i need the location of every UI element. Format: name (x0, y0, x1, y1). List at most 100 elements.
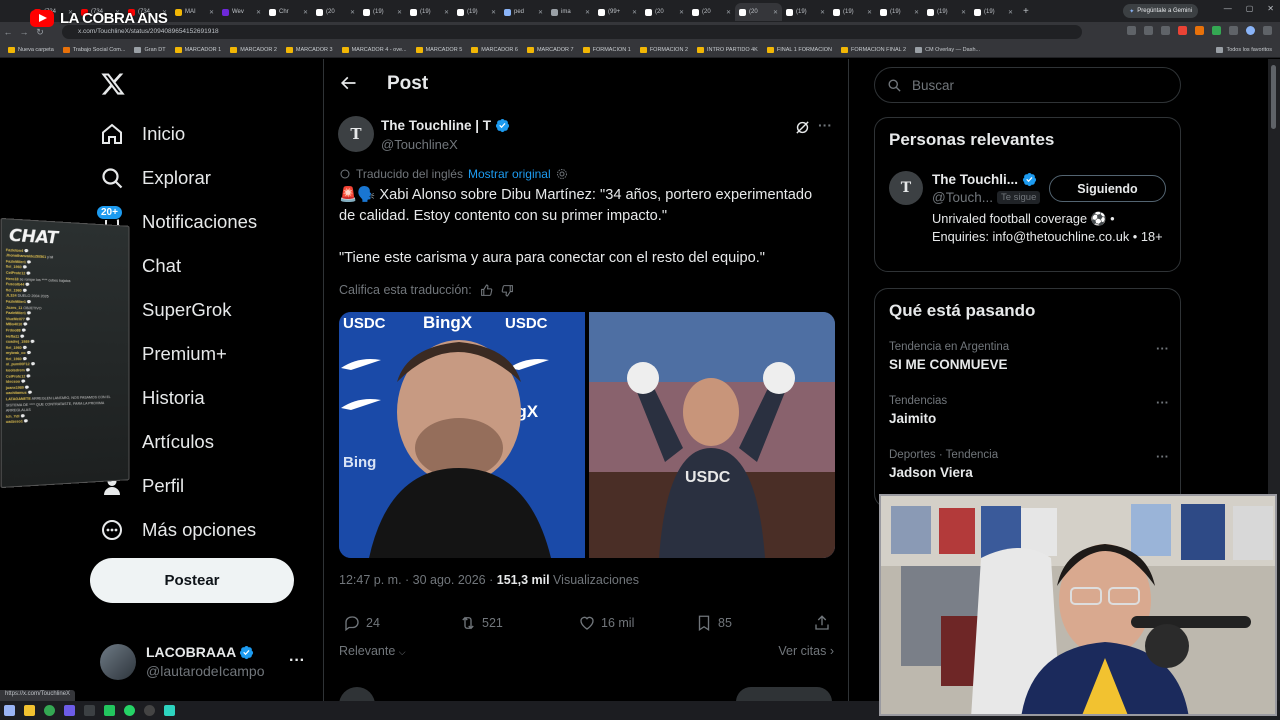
bookmark-item[interactable]: FORMACION 2 (639, 46, 688, 53)
bookmark-item[interactable]: FINAL 1 FORMACION (766, 46, 832, 53)
bookmark-item[interactable]: CM Overlay — Dash... (915, 46, 980, 53)
author-name-row[interactable]: The Touchline | T (381, 118, 510, 133)
bookmark-item[interactable]: MARCADOR 6 (471, 46, 518, 53)
bookmark-button[interactable]: 85 (695, 614, 732, 632)
extension-red-icon[interactable] (1178, 26, 1187, 35)
share-button[interactable] (813, 614, 831, 632)
browser-tab[interactable]: ima ✕ (547, 3, 594, 21)
trend-item[interactable]: Deportes · Tendencia Jadson Viera ··· (889, 449, 1169, 480)
browser-tab[interactable]: (19) ✕ (453, 3, 500, 21)
tab-close-icon[interactable]: ✕ (726, 9, 731, 16)
tab-close-icon[interactable]: ✕ (350, 9, 355, 16)
menu-icon[interactable] (1263, 26, 1272, 35)
tab-close-icon[interactable]: ✕ (491, 9, 496, 16)
forward-nav-icon[interactable]: → (16, 27, 32, 37)
puzzle-icon[interactable] (1229, 26, 1238, 35)
grok-icon[interactable] (794, 119, 811, 136)
app-icon-purple[interactable] (64, 705, 75, 716)
browser-tab[interactable]: (19) ✕ (782, 3, 829, 21)
tab-close-icon[interactable]: ✕ (820, 9, 825, 16)
more-dots-icon[interactable]: ··· (1156, 395, 1169, 410)
whatsapp-icon[interactable] (124, 705, 135, 716)
tab-close-icon[interactable]: ✕ (538, 9, 543, 16)
author-handle[interactable]: @TouchlineX (381, 137, 458, 152)
bookmark-item[interactable]: FORMACION 1 (582, 46, 631, 53)
maximize-icon[interactable]: ▢ (1246, 4, 1254, 13)
bookmark-item[interactable]: MARCADOR 1 (174, 46, 221, 53)
more-dots-icon[interactable]: ··· (289, 652, 305, 670)
like-button[interactable]: 16 mil (578, 614, 634, 632)
sort-relevant-dropdown[interactable]: Relevante ⌵ (339, 644, 406, 658)
browser-tab[interactable]: (20 ✕ (312, 3, 359, 21)
tab-close-icon[interactable]: ✕ (256, 9, 261, 16)
search-box[interactable]: Buscar (874, 67, 1181, 103)
app-icon-teal[interactable] (164, 705, 175, 716)
all-bookmarks[interactable]: Todos los favoritos (1216, 46, 1272, 53)
app-icon-dark[interactable] (84, 705, 95, 716)
browser-tab[interactable]: MAI ✕ (171, 3, 218, 21)
more-dots-icon[interactable]: ··· (1156, 449, 1169, 464)
browser-tab[interactable]: (99+ ✕ (594, 3, 641, 21)
nav-item-more-circle[interactable]: Más opciones (100, 518, 256, 542)
back-arrow-icon[interactable] (338, 73, 358, 93)
bookmark-item[interactable]: Nueva carpeta (8, 46, 54, 53)
tab-close-icon[interactable]: ✕ (303, 9, 308, 16)
view-quotes-link[interactable]: Ver citas › (778, 644, 834, 658)
browser-tab[interactable]: Wev ✕ (218, 3, 265, 21)
star-icon[interactable] (1161, 26, 1170, 35)
browser-tab[interactable]: (19) ✕ (923, 3, 970, 21)
tab-close-icon[interactable]: ✕ (773, 9, 778, 16)
tab-close-icon[interactable]: ✕ (209, 9, 214, 16)
tab-close-icon[interactable]: ✕ (585, 9, 590, 16)
url-field[interactable]: x.com/TouchlineX/status/2094089654152691… (62, 25, 1082, 39)
close-icon[interactable]: ✕ (1267, 4, 1274, 13)
thumbs-up-icon[interactable] (480, 284, 493, 297)
chrome-icon[interactable] (44, 705, 55, 716)
browser-tab[interactable]: (19) ✕ (406, 3, 453, 21)
bookmark-item[interactable]: INTRO PARTIDO 4K (697, 46, 758, 53)
timestamp-text[interactable]: 12:47 p. m. · 30 ago. 2026 · (339, 573, 497, 587)
search-input[interactable]: Buscar (912, 78, 954, 93)
browser-tab[interactable]: (20 ✕ (641, 3, 688, 21)
tab-close-icon[interactable]: ✕ (632, 9, 637, 16)
browser-tab[interactable]: (19) ✕ (829, 3, 876, 21)
browser-tab[interactable]: (19) ✕ (359, 3, 406, 21)
minimize-icon[interactable]: — (1224, 4, 1232, 13)
nav-item-home[interactable]: Inicio (100, 122, 185, 146)
bookmark-item[interactable]: FORMACION FINAL 2 (840, 46, 906, 53)
bookmark-item[interactable]: MARCADOR 7 (526, 46, 574, 53)
reload-icon[interactable]: ↻ (32, 27, 48, 38)
tab-close-icon[interactable]: ✕ (867, 9, 872, 16)
windows-start-icon[interactable] (4, 705, 15, 716)
browser-tab[interactable]: ped ✕ (500, 3, 547, 21)
more-dots-icon[interactable]: ··· (1156, 341, 1169, 356)
browser-tab[interactable]: (19) ✕ (876, 3, 923, 21)
relevant-name-row[interactable]: The Touchli... (932, 172, 1037, 187)
photo-xabi-alonso[interactable]: USDC BingX USDC BingX Bing (339, 312, 585, 558)
gemini-button[interactable]: ✦ Pregúntale a Gemini (1123, 4, 1198, 18)
nav-item-search[interactable]: Explorar (100, 166, 211, 190)
x-logo-icon[interactable] (100, 71, 126, 97)
app-icon-green[interactable] (104, 705, 115, 716)
following-button[interactable]: Siguiendo (1049, 175, 1166, 202)
browser-tab[interactable]: (20 ✕ (735, 3, 782, 21)
new-tab-button[interactable]: + (1017, 6, 1035, 17)
file-explorer-icon[interactable] (24, 705, 35, 716)
trend-item[interactable]: Tendencias Jaimito ··· (889, 395, 1169, 426)
settings-gear-icon[interactable] (556, 168, 568, 180)
bookmark-item[interactable]: MARCADOR 2 (230, 46, 277, 53)
browser-tab[interactable]: Chr ✕ (265, 3, 312, 21)
tab-close-icon[interactable]: ✕ (1008, 9, 1013, 16)
bookmark-item[interactable]: MARCADOR 5 (415, 46, 462, 53)
post-button[interactable]: Postear (90, 558, 294, 603)
repost-button[interactable]: 521 (459, 614, 503, 632)
reply-submit-button[interactable] (736, 687, 832, 701)
extension-green-icon[interactable] (1212, 26, 1221, 35)
trend-item[interactable]: Tendencia en Argentina SI ME CONMUEVE ··· (889, 341, 1169, 372)
bookmark-item[interactable]: MARCADOR 3 (285, 46, 333, 53)
browser-tab[interactable]: (19) ✕ (970, 3, 1017, 21)
more-dots-icon[interactable]: ··· (818, 117, 832, 133)
obs-icon[interactable] (144, 705, 155, 716)
tab-close-icon[interactable]: ✕ (914, 9, 919, 16)
avatar[interactable]: T (889, 171, 923, 205)
